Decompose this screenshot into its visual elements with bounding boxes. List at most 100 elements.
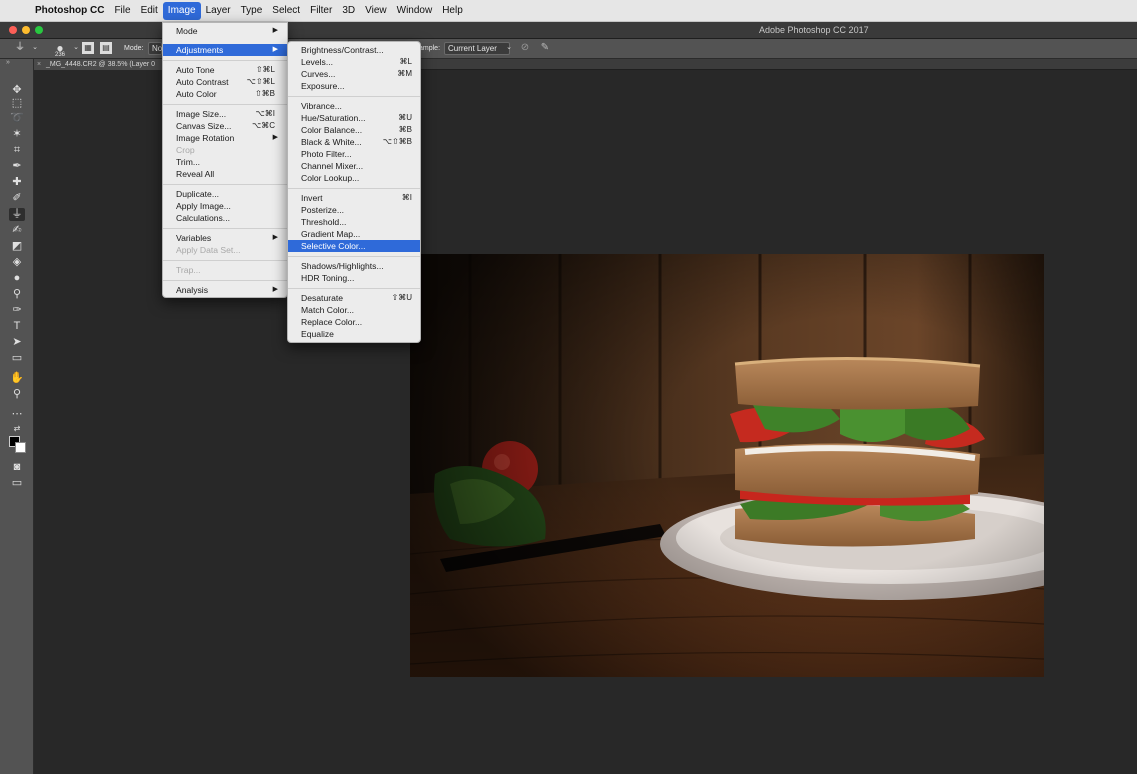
- menu-item-auto-contrast[interactable]: Auto Contrast ⌥⇧⌘L: [163, 76, 287, 88]
- zoom-tool-icon[interactable]: ⚲: [9, 388, 25, 401]
- brush-tool-icon[interactable]: ✐: [9, 192, 25, 205]
- clone-stamp-tool-icon[interactable]: ⏚: [9, 208, 25, 221]
- menu-item-photo-filter[interactable]: Photo Filter...: [288, 148, 420, 160]
- menu-item-invert[interactable]: Invert ⌘I: [288, 192, 420, 204]
- menu-item-label: Replace Color...: [301, 317, 363, 327]
- menu-help[interactable]: Help: [437, 2, 468, 20]
- lasso-tool-icon[interactable]: ➰: [9, 112, 25, 125]
- menu-item-label: Apply Image...: [176, 201, 231, 211]
- menu-item-replace-color[interactable]: Replace Color...: [288, 316, 420, 328]
- menu-item-levels[interactable]: Levels... ⌘L: [288, 56, 420, 68]
- history-brush-tool-icon[interactable]: ✍: [9, 224, 25, 237]
- menu-item-analysis[interactable]: Analysis ▶: [163, 284, 287, 296]
- menu-item-auto-tone[interactable]: Auto Tone ⇧⌘L: [163, 64, 287, 76]
- pen-tool-icon[interactable]: ✑: [9, 304, 25, 317]
- menu-item-match-color[interactable]: Match Color...: [288, 304, 420, 316]
- menu-3d[interactable]: 3D: [337, 2, 360, 20]
- menu-item-auto-color[interactable]: Auto Color ⇧⌘B: [163, 88, 287, 100]
- menu-item-adjustments[interactable]: Adjustments ▶: [163, 44, 287, 56]
- menu-item-mode[interactable]: Mode ▶: [163, 25, 287, 37]
- path-selection-tool-icon[interactable]: ➤: [9, 336, 25, 349]
- menu-item-label: Exposure...: [301, 81, 345, 91]
- ignore-adjustment-layers-icon[interactable]: ⊘: [519, 42, 531, 54]
- menu-item-posterize[interactable]: Posterize...: [288, 204, 420, 216]
- menu-item-brightness-contrast[interactable]: Brightness/Contrast...: [288, 44, 420, 56]
- menu-item-hdr-toning[interactable]: HDR Toning...: [288, 272, 420, 284]
- marquee-tool-icon[interactable]: ⬚: [9, 97, 25, 110]
- eraser-tool-icon[interactable]: ◩: [9, 240, 25, 253]
- menu-item-exposure[interactable]: Exposure...: [288, 80, 420, 92]
- menu-item-shadows-highlights[interactable]: Shadows/Highlights...: [288, 260, 420, 272]
- menu-item-hue-saturation[interactable]: Hue/Saturation... ⌘U: [288, 112, 420, 124]
- menu-item-reveal-all[interactable]: Reveal All: [163, 168, 287, 180]
- quick-mask-icon[interactable]: ◙: [9, 461, 25, 474]
- menu-shortcut: ⌘B: [398, 125, 412, 134]
- clone-stamp-tool-icon[interactable]: ⏚: [14, 42, 26, 54]
- pressure-opacity-icon[interactable]: ✎: [539, 42, 551, 54]
- menu-item-color-balance[interactable]: Color Balance... ⌘B: [288, 124, 420, 136]
- edit-toolbar-icon[interactable]: ⋯: [9, 408, 25, 421]
- menu-item-image-size[interactable]: Image Size... ⌥⌘I: [163, 108, 287, 120]
- menu-item-canvas-size[interactable]: Canvas Size... ⌥⌘C: [163, 120, 287, 132]
- mode-dropdown[interactable]: Nor: [148, 42, 165, 55]
- tool-preset-chevron-down-icon[interactable]: ⌄: [29, 42, 41, 54]
- menu-item-vibrance[interactable]: Vibrance...: [288, 100, 420, 112]
- minimize-window-button[interactable]: [22, 26, 30, 34]
- default-colors-icon[interactable]: ⇄: [9, 422, 25, 435]
- menu-file[interactable]: File: [109, 2, 135, 20]
- brush-picker-chevron-down-icon[interactable]: ⌄: [70, 42, 82, 54]
- menu-layer[interactable]: Layer: [201, 2, 236, 20]
- collapse-panel-icon[interactable]: »: [6, 59, 10, 66]
- move-tool-icon[interactable]: ✥: [9, 84, 25, 97]
- menu-item-apply-image[interactable]: Apply Image...: [163, 200, 287, 212]
- quick-selection-tool-icon[interactable]: ✶: [9, 128, 25, 141]
- menu-item-variables[interactable]: Variables ▶: [163, 232, 287, 244]
- menu-separator: [163, 184, 287, 185]
- menu-item-color-lookup[interactable]: Color Lookup...: [288, 172, 420, 184]
- document-canvas-image[interactable]: [410, 254, 1044, 677]
- menu-item-trim[interactable]: Trim...: [163, 156, 287, 168]
- menu-item-image-rotation[interactable]: Image Rotation ▶: [163, 132, 287, 144]
- screen-mode-icon[interactable]: ▭: [9, 477, 25, 490]
- hand-tool-icon[interactable]: ✋: [9, 372, 25, 385]
- toggle-brush-panel-icon[interactable]: ▦: [82, 42, 94, 54]
- crop-tool-icon[interactable]: ⌗: [9, 144, 25, 157]
- clone-source-panel-icon[interactable]: ▤: [100, 42, 112, 54]
- menu-item-curves[interactable]: Curves... ⌘M: [288, 68, 420, 80]
- dodge-tool-icon[interactable]: ⚲: [9, 288, 25, 301]
- menu-item-selective-color[interactable]: Selective Color...: [288, 240, 420, 252]
- healing-brush-tool-icon[interactable]: ✚: [9, 176, 25, 189]
- menu-item-label: Brightness/Contrast...: [301, 45, 384, 55]
- sample-dropdown[interactable]: Current Layer: [444, 42, 510, 55]
- close-tab-icon[interactable]: ×: [37, 59, 41, 70]
- sample-chevron-down-icon[interactable]: ⌄: [503, 42, 515, 54]
- menu-item-equalize[interactable]: Equalize: [288, 328, 420, 340]
- menu-item-black-white[interactable]: Black & White... ⌥⇧⌘B: [288, 136, 420, 148]
- menu-select[interactable]: Select: [267, 2, 305, 20]
- menu-item-channel-mixer[interactable]: Channel Mixer...: [288, 160, 420, 172]
- blur-tool-icon[interactable]: ●: [9, 272, 25, 285]
- menu-window[interactable]: Window: [392, 2, 438, 20]
- type-tool-icon[interactable]: T: [9, 320, 25, 333]
- paint-bucket-tool-icon[interactable]: ◈: [9, 256, 25, 269]
- menu-item-gradient-map[interactable]: Gradient Map...: [288, 228, 420, 240]
- rectangle-tool-icon[interactable]: ▭: [9, 352, 25, 365]
- zoom-window-button[interactable]: [35, 26, 43, 34]
- menu-item-desaturate[interactable]: Desaturate ⇧⌘U: [288, 292, 420, 304]
- menu-item-apply-data-set: Apply Data Set...: [163, 244, 287, 256]
- menu-app-name[interactable]: Photoshop CC: [30, 2, 109, 20]
- menu-view[interactable]: View: [360, 2, 392, 20]
- menu-item-calculations[interactable]: Calculations...: [163, 212, 287, 224]
- menu-item-duplicate[interactable]: Duplicate...: [163, 188, 287, 200]
- menu-shortcut: ⌥⌘I: [255, 109, 275, 118]
- foreground-background-colors[interactable]: [9, 436, 27, 454]
- close-window-button[interactable]: [9, 26, 17, 34]
- menu-item-threshold[interactable]: Threshold...: [288, 216, 420, 228]
- menu-type[interactable]: Type: [236, 2, 268, 20]
- background-color-swatch[interactable]: [15, 442, 26, 453]
- menu-image[interactable]: Image: [162, 1, 201, 20]
- menu-filter[interactable]: Filter: [305, 2, 337, 20]
- menu-edit[interactable]: Edit: [136, 2, 163, 20]
- menu-item-crop: Crop: [163, 144, 287, 156]
- eyedropper-tool-icon[interactable]: ✒: [9, 160, 25, 173]
